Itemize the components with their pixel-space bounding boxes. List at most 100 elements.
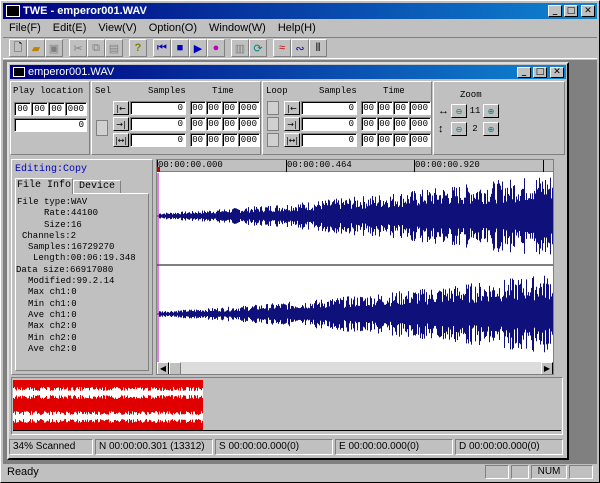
wave-blue-icon[interactable]: ∾ (291, 39, 309, 57)
sel-time-ms[interactable]: 000 (238, 117, 260, 131)
loop-time-header: Time (383, 86, 405, 96)
app-titlebar[interactable]: TWE - emperor001.WAV _ □ ✕ (3, 3, 597, 19)
zoom-out-v-icon[interactable]: ⊖ (451, 122, 467, 136)
loop-length-icon[interactable]: |↔| (284, 133, 300, 147)
save-icon[interactable]: ▣ (45, 39, 63, 57)
zoom-v-value: 2 (472, 124, 478, 134)
sel-time-mm[interactable]: 00 (206, 117, 222, 131)
sel-time-ms[interactable]: 000 (238, 101, 260, 115)
play-ms-field[interactable]: 000 (65, 102, 87, 116)
zoom-out-h-icon[interactable]: ⊖ (451, 104, 467, 118)
tab-device[interactable]: Device (73, 180, 121, 194)
loop-samples-field[interactable]: 0 (301, 101, 357, 115)
menu-view[interactable]: View(V) (92, 22, 142, 34)
play-icon[interactable]: ▶ (189, 39, 207, 57)
rewind-icon[interactable]: ⏮ (153, 39, 171, 57)
loop-lock-icon[interactable] (267, 133, 279, 147)
info-line: Ave ch1:0 (28, 309, 77, 320)
play-mm-field[interactable]: 00 (31, 102, 48, 116)
loop-time-ss[interactable]: 00 (393, 133, 409, 147)
menu-window[interactable]: Window(W) (203, 22, 272, 34)
loop-lock-icon[interactable] (267, 117, 279, 131)
waveform-view[interactable]: 00:00:00.000 00:00:00.464 00:00:00.920 ◀… (156, 159, 554, 375)
doc-maximize-button[interactable]: □ (533, 66, 547, 78)
sel-time-hh[interactable]: 00 (190, 133, 206, 147)
loop-time-mm[interactable]: 00 (377, 117, 393, 131)
wave-red-icon[interactable]: ≈ (273, 39, 291, 57)
play-ss-field[interactable]: 00 (48, 102, 65, 116)
doc-close-button[interactable]: ✕ (550, 66, 564, 78)
zoom-label: Zoom (460, 90, 482, 100)
loop-lock-icon[interactable] (267, 101, 279, 115)
loop-time-ss[interactable]: 00 (393, 101, 409, 115)
sel-time-hh[interactable]: 00 (190, 101, 206, 115)
zoom-in-h-icon[interactable]: ⊕ (483, 104, 499, 118)
tab-file-info[interactable]: File Info (15, 178, 73, 194)
overview-strip[interactable] (11, 377, 563, 435)
horizontal-scrollbar[interactable]: ◀ ▶ (157, 362, 553, 374)
close-button[interactable]: ✕ (581, 5, 595, 17)
loop-time-hh[interactable]: 00 (361, 133, 377, 147)
copy-icon[interactable]: ⧉ (87, 39, 105, 57)
scroll-left-icon[interactable]: ◀ (157, 362, 169, 374)
zoom-in-v-icon[interactable]: ⊕ (483, 122, 499, 136)
loop-samples-field[interactable]: 0 (301, 133, 357, 147)
loop-samples-field[interactable]: 0 (301, 117, 357, 131)
sel-time-mm[interactable]: 00 (206, 133, 222, 147)
vertical-arrow-icon: ↕ (438, 123, 444, 135)
loop-time-mm[interactable]: 00 (377, 133, 393, 147)
sel-length-icon[interactable]: |↔| (113, 133, 129, 147)
loop-end-icon[interactable]: →| (284, 117, 300, 131)
sel-samples-field[interactable]: 0 (130, 101, 186, 115)
sel-time-ss[interactable]: 00 (222, 117, 238, 131)
loop-time-ss[interactable]: 00 (393, 117, 409, 131)
loop-time-ms[interactable]: 000 (409, 101, 431, 115)
help-icon[interactable]: ? (129, 39, 147, 57)
menu-edit[interactable]: Edit(E) (47, 22, 93, 34)
loop-time-ms[interactable]: 000 (409, 117, 431, 131)
sel-time-ss[interactable]: 00 (222, 101, 238, 115)
sel-samples-field[interactable]: 0 (130, 117, 186, 131)
loop-time-mm[interactable]: 00 (377, 101, 393, 115)
loop-time-hh[interactable]: 00 (361, 117, 377, 131)
play-selection-icon[interactable]: ▥ (231, 39, 249, 57)
status-slot (511, 465, 529, 479)
document-titlebar[interactable]: emperor001.WAV _ □ ✕ (10, 65, 566, 79)
sel-time-ss[interactable]: 00 (222, 133, 238, 147)
cut-icon[interactable]: ✂ (69, 39, 87, 57)
paste-icon[interactable]: ▤ (105, 39, 123, 57)
sel-time-hh[interactable]: 00 (190, 117, 206, 131)
play-samples-field[interactable]: 0 (14, 118, 87, 132)
stop-icon[interactable]: ■ (171, 39, 189, 57)
minimize-button[interactable]: _ (548, 5, 562, 17)
menu-file[interactable]: File(F) (3, 22, 47, 34)
menu-option[interactable]: Option(O) (143, 22, 203, 34)
loop-time-ms[interactable]: 000 (409, 133, 431, 147)
loop-time-hh[interactable]: 00 (361, 101, 377, 115)
loop-icon[interactable]: ⟳ (249, 39, 267, 57)
sel-start-icon[interactable]: |← (113, 101, 129, 115)
status-end: E 00:00:00.000(0) (335, 439, 453, 455)
sel-lock-icon[interactable] (96, 120, 108, 136)
sel-time-mm[interactable]: 00 (206, 101, 222, 115)
play-cursor[interactable] (157, 167, 160, 172)
play-hh-field[interactable]: 00 (14, 102, 31, 116)
document-icon[interactable] (13, 67, 25, 77)
app-icon[interactable] (6, 5, 20, 17)
loop-start-icon[interactable]: |← (284, 101, 300, 115)
scroll-right-icon[interactable]: ▶ (541, 362, 553, 374)
info-panel: Editing:Copy File Info Device File type:… (11, 159, 153, 375)
app-status-bar: Ready NUM (3, 464, 597, 480)
menu-help[interactable]: Help(H) (272, 22, 322, 34)
doc-minimize-button[interactable]: _ (517, 66, 531, 78)
info-line: Rate:44100 (44, 208, 99, 219)
record-icon[interactable]: ● (207, 39, 225, 57)
new-file-icon[interactable]: 🗋 (9, 39, 27, 57)
maximize-button[interactable]: □ (564, 5, 578, 17)
marker-icon[interactable]: ⦀ (309, 39, 327, 57)
scroll-thumb[interactable] (169, 362, 181, 374)
sel-samples-field[interactable]: 0 (130, 133, 186, 147)
sel-time-ms[interactable]: 000 (238, 133, 260, 147)
open-folder-icon[interactable]: ▰ (27, 39, 45, 57)
sel-end-icon[interactable]: →| (113, 117, 129, 131)
